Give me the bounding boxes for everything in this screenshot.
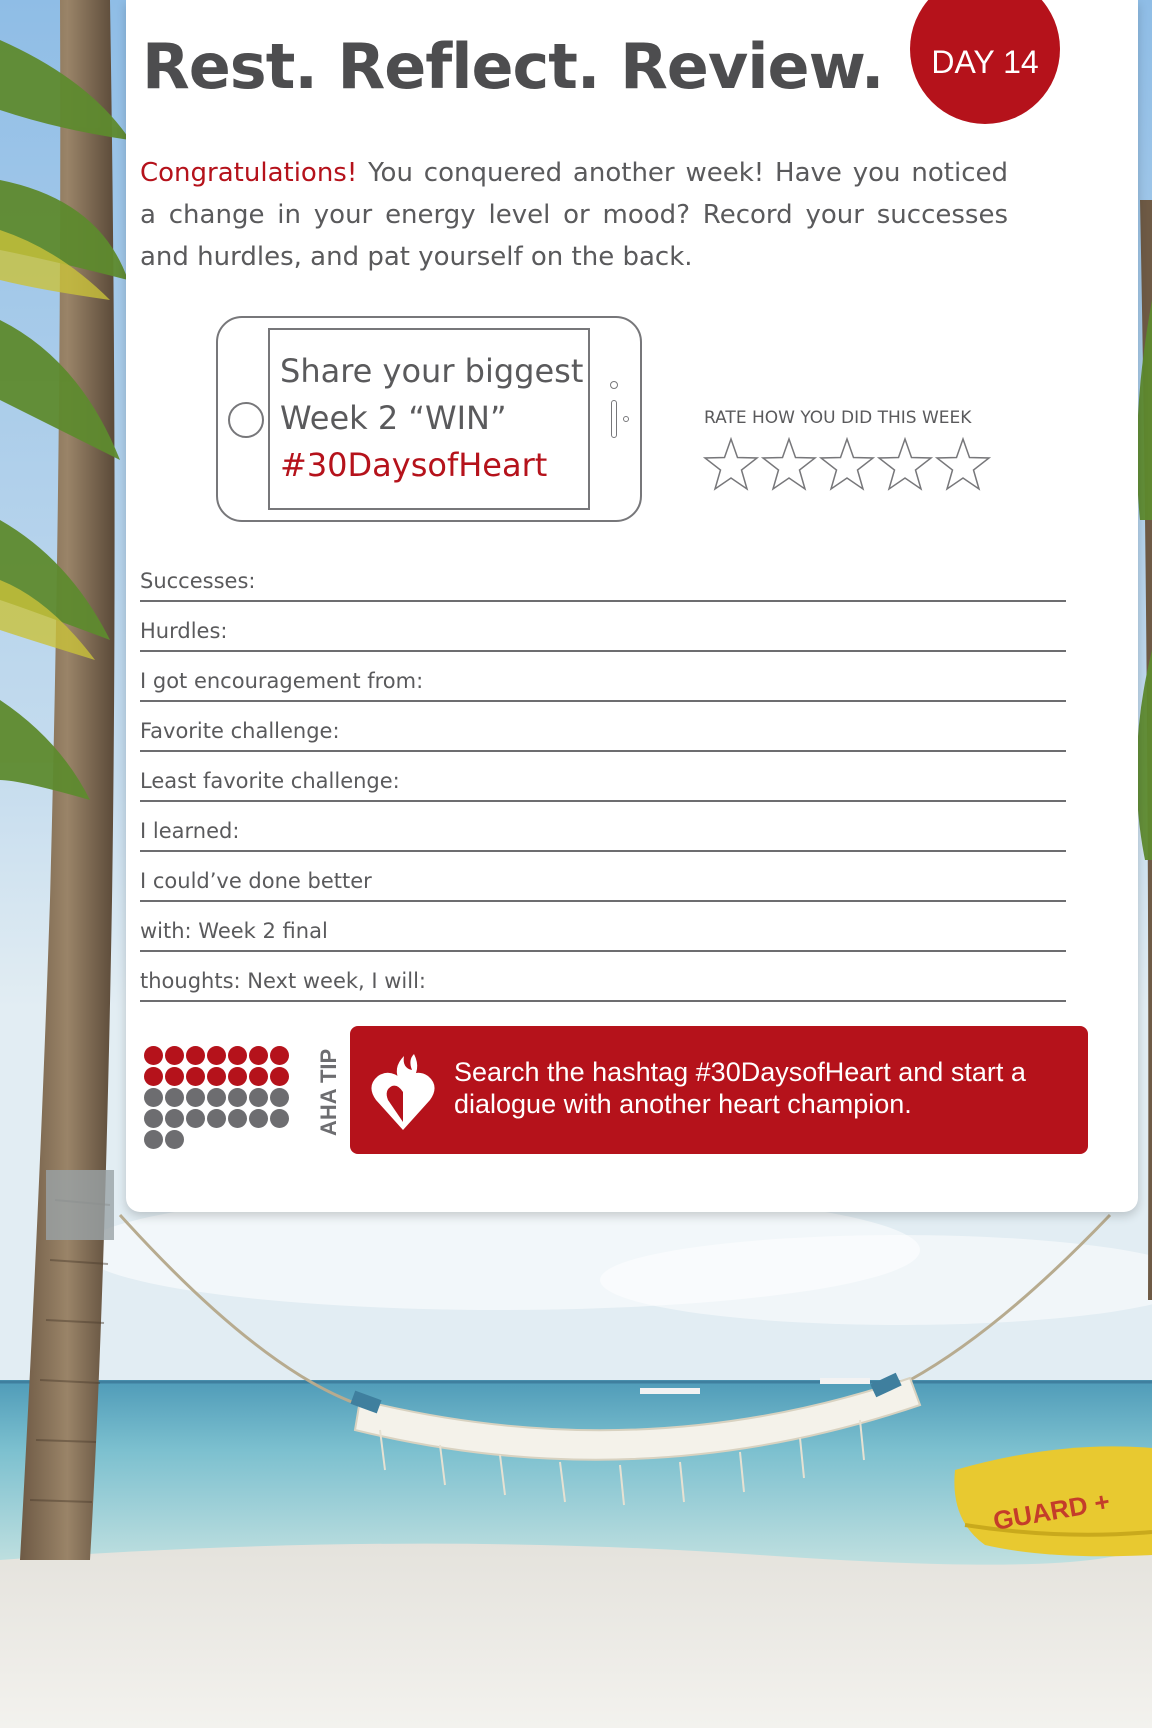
phone-hashtag: #30DaysofHeart	[280, 446, 548, 484]
progress-dot-complete	[165, 1067, 184, 1086]
progress-dot-remaining	[228, 1088, 247, 1107]
progress-dot-complete	[186, 1046, 205, 1065]
reflection-field[interactable]: I got encouragement from:	[140, 652, 1066, 702]
star-icon[interactable]	[934, 436, 992, 494]
reflection-field-label: Successes:	[140, 569, 256, 593]
progress-dot-complete	[270, 1067, 289, 1086]
progress-dot-remaining	[207, 1109, 226, 1128]
progress-dot-row	[144, 1130, 294, 1150]
reflection-field-label: thoughts: Next week, I will:	[140, 969, 427, 993]
reflection-field[interactable]: Hurdles:	[140, 602, 1066, 652]
reflection-field-label: I learned:	[140, 819, 240, 843]
progress-dot-complete	[144, 1067, 163, 1086]
progress-dot-complete	[249, 1046, 268, 1065]
progress-dot-complete	[249, 1067, 268, 1086]
progress-dot-complete	[228, 1067, 247, 1086]
phone-home-button-icon	[228, 402, 264, 438]
phone-camera-icon	[610, 381, 618, 389]
phone-line-1: Share your biggest	[280, 352, 584, 390]
star-icon[interactable]	[702, 436, 760, 494]
star-icon[interactable]	[760, 436, 818, 494]
reflection-field[interactable]: I learned:	[140, 802, 1066, 852]
reflection-field-label: I got encouragement from:	[140, 669, 424, 693]
progress-dot-complete	[207, 1046, 226, 1065]
progress-dots	[144, 1046, 294, 1151]
reflection-field-label: Hurdles:	[140, 619, 228, 643]
star-rating	[702, 436, 992, 494]
progress-dot-complete	[186, 1067, 205, 1086]
reflection-field[interactable]: I could’ve done better	[140, 852, 1066, 902]
progress-dot-row	[144, 1067, 294, 1087]
aha-tip-label: AHA TIP	[316, 1048, 341, 1136]
progress-dot-complete	[207, 1067, 226, 1086]
progress-dot-remaining	[165, 1130, 184, 1149]
progress-dot-remaining	[249, 1088, 268, 1107]
intro-paragraph: Congratulations! You conquered another w…	[140, 152, 1008, 278]
progress-dot-remaining	[165, 1088, 184, 1107]
reflection-field[interactable]: with: Week 2 final	[140, 902, 1066, 952]
progress-dot-remaining	[207, 1088, 226, 1107]
day-badge-label: DAY 14	[931, 43, 1039, 80]
reflection-field[interactable]: Successes:	[140, 552, 1066, 602]
phone-screen: Share your biggest Week 2 “WIN” #30Dayso…	[268, 328, 590, 510]
reflection-fields: Successes: Hurdles: I got encouragement fr…	[140, 552, 1066, 1002]
progress-dot-remaining	[228, 1109, 247, 1128]
progress-dot-remaining	[144, 1088, 163, 1107]
star-icon[interactable]	[876, 436, 934, 494]
aha-tip-box: Search the hashtag #30DaysofHeart and st…	[350, 1026, 1088, 1154]
progress-dot-remaining	[144, 1109, 163, 1128]
progress-dot-row	[144, 1088, 294, 1108]
phone-illustration: Share your biggest Week 2 “WIN” #30Dayso…	[216, 316, 642, 522]
reflection-field-label: with: Week 2 final	[140, 919, 328, 943]
progress-dot-remaining	[249, 1109, 268, 1128]
intro-highlight: Congratulations!	[140, 158, 358, 188]
reflection-field-label: Favorite challenge:	[140, 719, 340, 743]
progress-dot-remaining	[165, 1109, 184, 1128]
progress-dot-remaining	[270, 1088, 289, 1107]
progress-dot-remaining	[270, 1109, 289, 1128]
progress-dot-complete	[165, 1046, 184, 1065]
phone-speaker-icon	[611, 400, 617, 438]
progress-dot-remaining	[186, 1109, 205, 1128]
aha-tip-text: Search the hashtag #30DaysofHeart and st…	[454, 1057, 1026, 1119]
progress-dot-complete	[228, 1046, 247, 1065]
page-title: Rest. Reflect. Review.	[142, 30, 884, 103]
progress-dot-complete	[144, 1046, 163, 1065]
reflection-field[interactable]: thoughts: Next week, I will:	[140, 952, 1066, 1002]
star-icon[interactable]	[818, 436, 876, 494]
progress-dot-complete	[270, 1046, 289, 1065]
reflection-field[interactable]: Least favorite challenge:	[140, 752, 1066, 802]
reflection-field-label: I could’ve done better	[140, 869, 372, 893]
phone-line-2: Week 2 “WIN”	[280, 399, 507, 437]
progress-dot-remaining	[186, 1088, 205, 1107]
progress-dot-remaining	[144, 1130, 163, 1149]
reflection-field-label: Least favorite challenge:	[140, 769, 400, 793]
worksheet-card: Rest. Reflect. Review. DAY 14 Congratula…	[126, 0, 1138, 1212]
rating-label: RATE HOW YOU DID THIS WEEK	[704, 408, 972, 428]
heart-torch-icon	[371, 1054, 435, 1130]
day-badge: DAY 14	[910, 0, 1060, 124]
phone-sensor-icon	[623, 416, 629, 422]
progress-dot-row	[144, 1046, 294, 1066]
reflection-field[interactable]: Favorite challenge:	[140, 702, 1066, 752]
progress-dot-row	[144, 1109, 294, 1129]
